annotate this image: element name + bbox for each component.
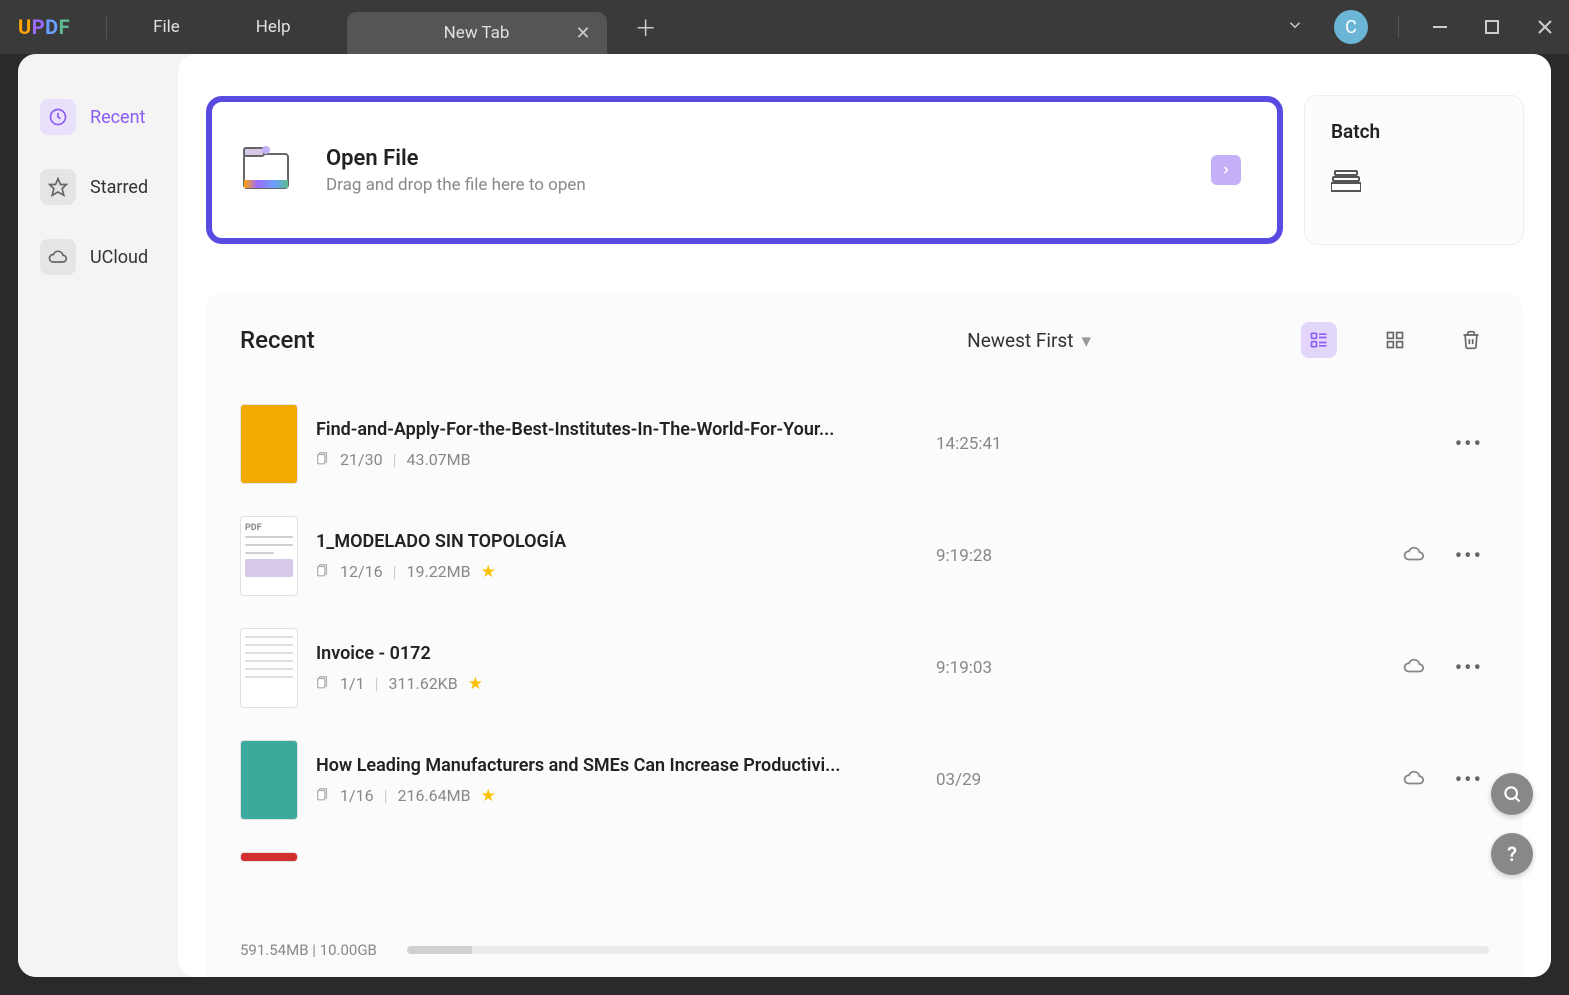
file-size: 311.62KB [389,674,458,693]
file-thumbnail [240,852,298,862]
batch-title: Batch [1331,120,1497,143]
open-file-title: Open File [326,146,1211,171]
file-name: 1_MODELADO SIN TOPOLOGÍA [316,531,856,552]
batch-card[interactable]: Batch [1305,96,1523,244]
recent-title: Recent [240,326,315,354]
sidebar-label: UCloud [90,247,148,268]
file-row[interactable]: Find-and-Apply-For-the-Best-Institutes-I… [240,388,1489,500]
sidebar-label: Starred [90,177,148,198]
folder-icon [236,140,296,200]
menu-help[interactable]: Help [238,17,309,37]
file-row[interactable]: PDF1_MODELADO SIN TOPOLOGÍA12/16|19.22MB… [240,500,1489,612]
sidebar-item-starred[interactable]: Starred [18,152,178,222]
close-icon[interactable]: ✕ [575,23,590,44]
cloud-icon [40,239,76,275]
file-name: How Leading Manufacturers and SMEs Can I… [316,755,856,776]
pages-icon [316,674,330,693]
file-time: 9:19:28 [936,546,1196,566]
open-file-subtitle: Drag and drop the file here to open [326,175,1211,195]
recent-section: Recent Newest First ▾ [206,294,1523,977]
tab-strip: New Tab ✕ ＋ [347,0,657,54]
pages-icon [316,786,330,805]
star-icon: ★ [468,674,483,694]
chevron-down-icon[interactable] [1286,16,1304,38]
sort-label: Newest First [967,329,1073,352]
storage-progress [407,946,1489,954]
batch-icon [1331,165,1497,199]
tab-label: New Tab [444,23,510,43]
help-float-button[interactable]: ? [1491,833,1533,875]
minimize-button[interactable] [1429,20,1451,34]
storage-progress-fill [407,946,472,954]
chevron-down-icon: ▾ [1081,329,1091,352]
more-icon[interactable]: ••• [1455,432,1483,457]
file-size: 43.07MB [406,450,470,469]
file-meta: 1/1|311.62KB★ [316,674,856,694]
pages-icon [316,450,330,469]
file-pages: 1/16 [340,786,374,805]
list-view-button[interactable] [1301,322,1337,358]
file-thumbnail [240,740,298,820]
file-thumbnail [240,628,298,708]
app-logo: UPDF [12,15,78,39]
separator [106,15,107,39]
cloud-icon[interactable] [1403,543,1425,569]
sidebar-label: Recent [90,107,145,128]
separator [1398,16,1399,38]
more-icon[interactable]: ••• [1455,544,1483,569]
cloud-icon[interactable] [1403,767,1425,793]
more-icon[interactable]: ••• [1455,656,1483,681]
file-thumbnail [240,404,298,484]
delete-button[interactable] [1453,322,1489,358]
file-row[interactable]: How Leading Manufacturers and SMEs Can I… [240,724,1489,836]
sort-dropdown[interactable]: Newest First ▾ [967,329,1091,352]
storage-bar: 591.54MB | 10.00GB [206,925,1523,977]
new-tab-button[interactable]: ＋ [635,11,657,43]
search-float-button[interactable] [1491,773,1533,815]
file-size: 216.64MB [397,786,470,805]
file-size: 19.22MB [406,562,470,581]
star-icon: ★ [481,786,496,806]
star-icon: ★ [481,562,496,582]
star-icon [40,169,76,205]
file-list: Find-and-Apply-For-the-Best-Institutes-I… [206,388,1523,925]
clock-icon [40,99,76,135]
titlebar: UPDF File Help New Tab ✕ ＋ C [0,0,1569,54]
main-area: Open File Drag and drop the file here to… [178,54,1551,977]
user-avatar[interactable]: C [1334,10,1368,44]
file-time: 9:19:03 [936,658,1196,678]
file-pages: 12/16 [340,562,383,581]
sidebar: Recent Starred UCloud [18,54,178,977]
file-meta: 1/16|216.64MB★ [316,786,856,806]
file-pages: 1/1 [340,674,365,693]
file-row[interactable]: Invoice - 01721/1|311.62KB★9:19:03••• [240,612,1489,724]
file-name: Find-and-Apply-For-the-Best-Institutes-I… [316,419,856,440]
file-meta: 12/16|19.22MB★ [316,562,856,582]
file-name: Invoice - 0172 [316,643,856,664]
chevron-right-icon [1211,155,1241,185]
file-row[interactable] [240,836,1489,862]
file-pages: 21/30 [340,450,383,469]
file-thumbnail: PDF [240,516,298,596]
cloud-icon[interactable] [1403,655,1425,681]
grid-view-button[interactable] [1377,322,1413,358]
sidebar-item-ucloud[interactable]: UCloud [18,222,178,292]
tab-new[interactable]: New Tab ✕ [347,12,607,54]
workspace: Recent Starred UCloud [0,54,1569,995]
open-file-card[interactable]: Open File Drag and drop the file here to… [206,96,1283,244]
file-time: 03/29 [936,770,1196,790]
file-time: 14:25:41 [936,434,1196,454]
storage-text: 591.54MB | 10.00GB [240,941,377,959]
pages-icon [316,562,330,581]
file-meta: 21/30|43.07MB [316,450,856,469]
maximize-button[interactable] [1481,20,1503,34]
close-button[interactable] [1533,19,1557,35]
sidebar-item-recent[interactable]: Recent [18,82,178,152]
menu-file[interactable]: File [135,17,198,37]
more-icon[interactable]: ••• [1455,768,1483,793]
